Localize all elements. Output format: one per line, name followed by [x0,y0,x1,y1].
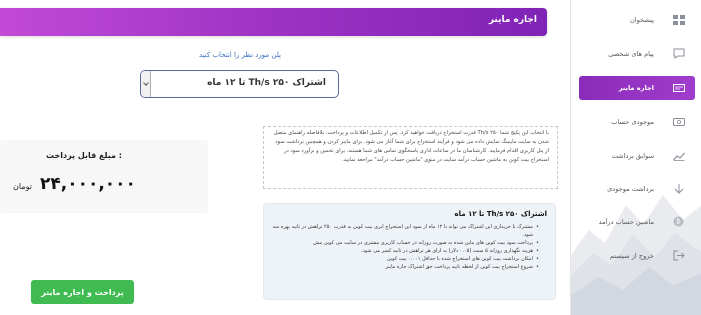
plan-description-text: با انتخاب این پکیج شما ۲۵۰ Th/s قدرت است… [273,130,549,163]
svg-text:₿: ₿ [676,219,681,226]
plan-select-label: پلن مورد نظر را انتخاب کنید [199,51,281,59]
sidebar: پیشخوان پیام های شخصی اجاره ماینر موجودی… [570,0,701,315]
sidebar-item-income-calculator[interactable]: ماشین حساب درآمد ₿ [579,210,695,234]
price-amount: ۲۴,۰۰۰,۰۰۰ [40,174,136,194]
plan-feature-item: مشترک با خریداری این اشتراک می تواند تا … [272,223,539,239]
sidebar-item-logout[interactable]: خروج از سیستم [579,244,695,268]
wallet-icon [672,116,685,127]
miner-icon [672,82,685,93]
sidebar-item-label: موجودی حساب [611,118,654,126]
sidebar-item-withdraw-history[interactable]: سوابق برداشت [579,144,695,168]
sidebar-item-withdraw[interactable]: برداشت موجودی [579,177,695,201]
price-summary: مبلغ قابل پرداخت : ۲۴,۰۰۰,۰۰۰ تومان [0,140,208,213]
calculator-icon: ₿ [672,216,685,227]
pay-and-rent-button[interactable]: پرداخت و اجاره ماینر [31,280,134,304]
message-icon [672,48,685,59]
sidebar-item-label: ماشین حساب درآمد [598,218,654,226]
plan-description: با انتخاب این پکیج شما ۲۵۰ Th/s قدرت است… [263,126,558,189]
plan-select-value: اشتراک ۲۵۰ Th/s تا ۱۲ ماه [207,78,326,88]
sidebar-item-label: پیشخوان [629,16,654,24]
logout-icon [672,250,685,261]
withdraw-icon [672,183,685,194]
sidebar-item-label: سوابق برداشت [611,152,654,160]
plan-select[interactable]: اشتراک ۲۵۰ Th/s تا ۱۲ ماه [140,70,339,98]
sidebar-item-label: برداشت موجودی [607,185,654,193]
page-title: اجاره ماینر [488,15,537,25]
plan-details-title: اشتراک ۲۵۰ Th/s تا ۱۲ ماه [454,210,547,218]
sidebar-item-label: اجاره ماینر [618,84,654,92]
chart-icon [672,150,685,161]
plan-features-list: مشترک با خریداری این اشتراک می تواند تا … [272,223,547,271]
plan-feature-item: شروع استخراج بیت کوین از لحظه تایید پردا… [272,263,539,271]
sidebar-item-balance[interactable]: موجودی حساب [579,110,695,134]
plan-feature-item: پرداخت سود بیت کوین های ماین شده به صورت… [272,239,539,247]
dashboard-icon [672,14,685,25]
sidebar-item-miner-rent[interactable]: اجاره ماینر [579,76,695,100]
price-title: مبلغ قابل پرداخت : [46,151,122,160]
sidebar-item-label: خروج از سیستم [609,252,654,260]
plan-feature-item: هزینه نگهداری روزانه ۵ سنت (۰.۰۵ دلار) ب… [272,247,539,255]
sidebar-item-messages[interactable]: پیام های شخصی [579,42,695,66]
plan-feature-item: امکان برداشت بیت کوین های استخراج شده با… [272,255,539,263]
sidebar-item-dashboard[interactable]: پیشخوان [579,8,695,32]
chevron-down-icon[interactable] [141,71,151,97]
plan-details-card: اشتراک ۲۵۰ Th/s تا ۱۲ ماه مشترک با خریدا… [263,203,556,300]
sidebar-item-label: پیام های شخصی [608,50,654,58]
page-header: اجاره ماینر [0,8,547,36]
price-unit: تومان [13,182,32,191]
main-content: اجاره ماینر پلن مورد نظر را انتخاب کنید … [0,0,570,315]
